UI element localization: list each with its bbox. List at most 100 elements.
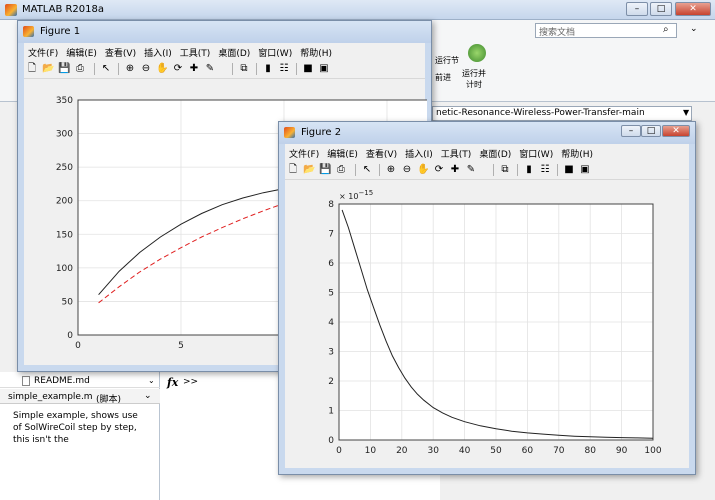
show-tools-icon[interactable]: ▣	[318, 63, 330, 75]
minimize-button[interactable]: –	[621, 125, 641, 137]
save-icon[interactable]: 💾	[319, 164, 331, 176]
run-time-icon[interactable]	[468, 44, 486, 62]
maximize-button[interactable]: □	[650, 2, 672, 16]
chevron-down-icon[interactable]: ⌄	[144, 391, 152, 401]
y-tick-label: 1	[328, 407, 334, 417]
file-name: simple_example.m	[8, 392, 93, 402]
menu-edit[interactable]: 编辑(E)	[66, 46, 97, 59]
left-panel: README.md ⌄ simple_example.m (脚本) ⌄ Simp…	[0, 372, 160, 500]
menu-tools[interactable]: 工具(T)	[441, 147, 472, 160]
menu-file[interactable]: 文件(F)	[289, 147, 319, 160]
close-button[interactable]: ✕	[675, 2, 711, 16]
y-tick-label: 3	[328, 348, 334, 358]
menu-view[interactable]: 查看(V)	[366, 147, 397, 160]
chevron-down-icon[interactable]: ⌄	[148, 376, 155, 385]
x-tick-label: 60	[522, 446, 534, 456]
close-button[interactable]: ✕	[662, 125, 690, 137]
y-tick-label: 0	[67, 331, 73, 341]
figure-1-menubar: 文件(F) 编辑(E) 查看(V) 插入(I) 工具(T) 桌面(D) 窗口(W) 帮助(H)	[24, 43, 425, 59]
zoom-in-icon[interactable]: ⊕	[385, 164, 397, 176]
y-tick-label: 100	[56, 264, 73, 274]
menu-desktop[interactable]: 桌面(D)	[479, 147, 511, 160]
rotate-icon[interactable]: ⟳	[433, 164, 445, 176]
x-tick-label: 80	[584, 446, 596, 456]
menu-desktop[interactable]: 桌面(D)	[218, 46, 250, 59]
colorbar-icon[interactable]: ▮	[523, 164, 535, 176]
menu-help[interactable]: 帮助(H)	[561, 147, 593, 160]
edit-plot-icon[interactable]: ↖	[361, 164, 373, 176]
pan-icon[interactable]: ✋	[417, 164, 429, 176]
toolbar-separator	[557, 164, 558, 176]
show-tools-icon[interactable]: ▣	[579, 164, 591, 176]
x-tick-label: 50	[490, 446, 502, 456]
hide-tools-icon[interactable]: ■	[302, 63, 314, 75]
menu-window[interactable]: 窗口(W)	[258, 46, 292, 59]
menu-file[interactable]: 文件(F)	[28, 46, 58, 59]
figure-2-title-bar[interactable]: Figure 2 – □ ✕	[279, 122, 695, 144]
new-figure-icon[interactable]: 🗋	[26, 63, 38, 75]
y-axis-exponent: × 10−15	[339, 189, 373, 201]
figure-2-title: Figure 2	[301, 127, 342, 138]
minimize-button[interactable]: –	[626, 2, 648, 16]
link-plot-icon[interactable]: ⧉	[499, 164, 511, 176]
zoom-out-icon[interactable]: ⊖	[401, 164, 413, 176]
search-docs-input[interactable]: 搜索文档	[535, 23, 677, 38]
print-icon[interactable]: ⎙	[74, 63, 86, 75]
search-icon[interactable]: ⌕	[663, 24, 669, 35]
toolbar-separator	[379, 164, 380, 176]
matlab-figure-icon	[284, 127, 295, 138]
fx-icon: fx	[167, 376, 179, 389]
brush-icon[interactable]: ✎	[465, 164, 477, 176]
print-icon[interactable]: ⎙	[335, 164, 347, 176]
x-tick-label: 20	[396, 446, 408, 456]
ribbon-advance[interactable]: 前进	[435, 72, 451, 83]
file-description: Simple example, shows use of SolWireCoil…	[13, 411, 138, 445]
x-tick-label: 100	[644, 446, 661, 456]
y-tick-label: 6	[328, 259, 334, 269]
figure-1-title-bar[interactable]: Figure 1	[18, 21, 431, 43]
toolbar-separator	[517, 164, 518, 176]
new-figure-icon[interactable]: 🗋	[287, 164, 299, 176]
data-cursor-icon[interactable]: ✚	[188, 63, 200, 75]
maximize-button[interactable]: □	[641, 125, 661, 137]
brush-icon[interactable]: ✎	[204, 63, 216, 75]
open-file-icon[interactable]: 📂	[42, 63, 54, 75]
pan-icon[interactable]: ✋	[156, 63, 168, 75]
rotate-icon[interactable]: ⟳	[172, 63, 184, 75]
colorbar-icon[interactable]: ▮	[262, 63, 274, 75]
x-tick-label: 5	[178, 341, 184, 351]
y-tick-label: 350	[56, 96, 73, 106]
file-details-header[interactable]: simple_example.m (脚本) ⌄	[0, 389, 160, 405]
ribbon-run-and-time[interactable]: 运行并 计时	[462, 68, 486, 90]
y-tick-label: 7	[328, 230, 334, 240]
ribbon-run-section[interactable]: 运行节	[435, 55, 459, 66]
y-tick-label: 5	[328, 289, 334, 299]
edit-plot-icon[interactable]: ↖	[100, 63, 112, 75]
legend-icon[interactable]: ☷	[278, 63, 290, 75]
menu-help[interactable]: 帮助(H)	[300, 46, 332, 59]
hide-tools-icon[interactable]: ■	[563, 164, 575, 176]
x-tick-label: 40	[459, 446, 471, 456]
x-tick-label: 70	[553, 446, 565, 456]
zoom-out-icon[interactable]: ⊖	[140, 63, 152, 75]
file-type: (脚本)	[96, 395, 122, 405]
menu-window[interactable]: 窗口(W)	[519, 147, 553, 160]
zoom-in-icon[interactable]: ⊕	[124, 63, 136, 75]
toolbar-separator	[256, 63, 257, 75]
menu-edit[interactable]: 编辑(E)	[327, 147, 358, 160]
readme-item[interactable]: README.md ⌄	[0, 374, 160, 388]
menu-insert[interactable]: 插入(I)	[144, 46, 172, 59]
menu-tools[interactable]: 工具(T)	[180, 46, 211, 59]
matlab-logo-icon	[5, 4, 17, 16]
legend-icon[interactable]: ☷	[539, 164, 551, 176]
link-plot-icon[interactable]: ⧉	[238, 63, 250, 75]
toolbar-separator	[355, 164, 356, 176]
collapse-ribbon-icon[interactable]: ⌄	[690, 24, 698, 34]
menu-view[interactable]: 查看(V)	[105, 46, 136, 59]
path-dropdown-icon[interactable]: ▼	[683, 108, 689, 117]
current-folder-path[interactable]: netic-Resonance-Wireless-Power-Transfer-…	[432, 106, 692, 121]
open-file-icon[interactable]: 📂	[303, 164, 315, 176]
menu-insert[interactable]: 插入(I)	[405, 147, 433, 160]
save-icon[interactable]: 💾	[58, 63, 70, 75]
data-cursor-icon[interactable]: ✚	[449, 164, 461, 176]
